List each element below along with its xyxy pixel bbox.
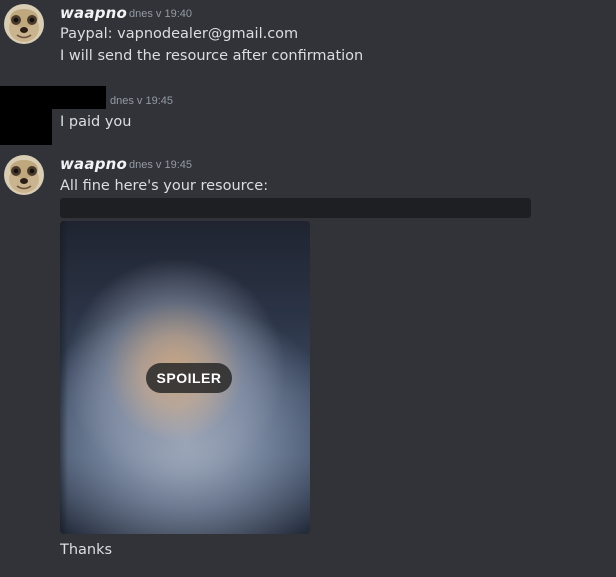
image-spoiler[interactable]: SPOILER [60,221,310,534]
spoiler-label[interactable]: SPOILER [146,363,232,393]
message-timestamp: dnes v 19:40 [129,8,192,20]
message-text: Paypal: vapnodealer@gmail.com [60,26,299,42]
meerkat-avatar-icon[interactable] [4,155,44,195]
message-text: Thanks [60,542,113,558]
message-timestamp: dnes v 19:45 [110,95,173,107]
redacted-block [0,106,52,145]
meerkat-avatar-icon[interactable] [4,4,44,44]
message-author[interactable]: waapno [60,155,127,173]
spoiler-text-bar[interactable] [60,198,531,218]
chat-messages: waapno dnes v 19:40 Paypal: vapnodealer@… [0,0,616,577]
message-text: I paid you [60,114,132,130]
message-timestamp: dnes v 19:45 [129,159,192,171]
message-text: All fine here's your resource: [60,178,269,194]
message-author[interactable]: waapno [60,4,127,22]
message-text: I will send the resource after confirmat… [60,48,364,64]
